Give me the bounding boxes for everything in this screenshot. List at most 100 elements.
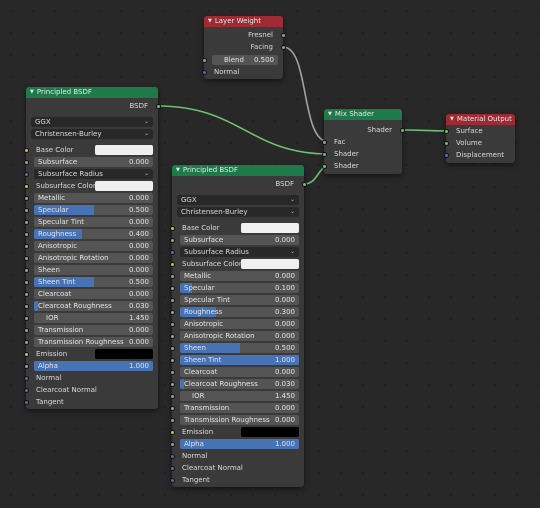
base-color-swatch[interactable] [95,145,153,155]
specular-tint-slider[interactable]: Specular Tint 0.000 [180,295,299,305]
transmission-roughness-socket[interactable] [169,417,175,423]
sheen-tint-slider[interactable]: Sheen Tint 1.000 [180,355,299,365]
specular-tint-socket[interactable] [169,297,175,303]
anisotropic-rotation-slider[interactable]: Anisotropic Rotation 0.000 [34,253,153,263]
fresnel-socket[interactable] [280,32,286,38]
specular-tint-slider[interactable]: Specular Tint 0.000 [34,217,153,227]
clearcoat-roughness-slider[interactable]: Clearcoat Roughness 0.030 [180,379,299,389]
subsurface-color-swatch[interactable] [241,259,299,269]
collapse-arrow-icon[interactable]: ▼ [176,165,180,176]
emission-socket[interactable] [23,351,29,357]
principled-header[interactable]: ▼ Principled BSDF [26,87,158,98]
subsurface-slider[interactable]: Subsurface 0.000 [180,235,299,245]
collapse-arrow-icon[interactable]: ▼ [30,87,34,98]
anisotropic-socket[interactable] [23,243,29,249]
emission-color-swatch[interactable] [241,427,299,437]
anisotropic-rotation-socket[interactable] [169,333,175,339]
displacement-socket[interactable] [443,152,449,158]
subsurface-radius-dropdown[interactable]: Subsurface Radius ⌄ [34,169,153,179]
transmission-roughness-socket[interactable] [23,339,29,345]
principled-bsdf-node-1[interactable]: ▼ Principled BSDF BSDF GGX ⌄ Christensen-… [23,87,161,409]
specular-slider[interactable]: Specular 0.500 [34,205,153,215]
facing-socket[interactable] [280,44,286,50]
clearcoat-roughness-socket[interactable] [169,381,175,387]
metallic-socket[interactable] [23,195,29,201]
shader-output-socket[interactable] [399,127,405,133]
ior-socket[interactable] [169,393,175,399]
shader-input-socket[interactable] [321,163,327,169]
volume-socket[interactable] [443,140,449,146]
alpha-socket[interactable] [169,441,175,447]
subsurface-method-dropdown[interactable]: Christensen-Burley ⌄ [177,207,299,217]
anisotropic-slider[interactable]: Anisotropic 0.000 [34,241,153,251]
collapse-arrow-icon[interactable]: ▼ [208,16,212,27]
subsurface-color-socket[interactable] [169,261,175,267]
subsurface-radius-socket[interactable] [169,249,175,255]
ior-slider[interactable]: IOR 1.450 [34,313,153,323]
clearcoat-slider[interactable]: Clearcoat 0.000 [180,367,299,377]
tangent-socket[interactable] [169,477,175,483]
alpha-socket[interactable] [23,363,29,369]
anisotropic-rotation-slider[interactable]: Anisotropic Rotation 0.000 [180,331,299,341]
transmission-roughness-slider[interactable]: Transmission Roughness 0.000 [180,415,299,425]
alpha-slider[interactable]: Alpha 1.000 [34,361,153,371]
roughness-slider[interactable]: Roughness 0.400 [34,229,153,239]
sheen-socket[interactable] [23,267,29,273]
surface-socket[interactable] [443,128,449,134]
blend-slider[interactable]: Blend 0.500 [212,55,278,65]
subsurface-socket[interactable] [169,237,175,243]
sheen-slider[interactable]: Sheen 0.000 [34,265,153,275]
normal-socket[interactable] [23,375,29,381]
collapse-arrow-icon[interactable]: ▼ [450,114,454,125]
subsurface-slider[interactable]: Subsurface 0.000 [34,157,153,167]
sheen-socket[interactable] [169,345,175,351]
roughness-slider[interactable]: Roughness 0.300 [180,307,299,317]
base-color-socket[interactable] [23,147,29,153]
material-output-node[interactable]: ▼ Material Output Surface Volume Displace… [443,114,515,163]
distribution-dropdown[interactable]: GGX ⌄ [31,117,153,127]
fac-socket[interactable] [321,139,327,145]
clearcoat-socket[interactable] [169,369,175,375]
sheen-tint-socket[interactable] [169,357,175,363]
specular-slider[interactable]: Specular 0.100 [180,283,299,293]
material-output-header[interactable]: ▼ Material Output [446,114,515,125]
clearcoat-slider[interactable]: Clearcoat 0.000 [34,289,153,299]
roughness-socket[interactable] [23,231,29,237]
distribution-dropdown[interactable]: GGX ⌄ [177,195,299,205]
emission-color-swatch[interactable] [95,349,153,359]
clearcoat-socket[interactable] [23,291,29,297]
blend-socket[interactable] [201,57,207,63]
specular-tint-socket[interactable] [23,219,29,225]
bsdf-output-socket[interactable] [301,181,307,187]
metallic-slider[interactable]: Metallic 0.000 [34,193,153,203]
transmission-slider[interactable]: Transmission 0.000 [180,403,299,413]
transmission-socket[interactable] [169,405,175,411]
sheen-tint-socket[interactable] [23,279,29,285]
alpha-slider[interactable]: Alpha 1.000 [180,439,299,449]
ior-slider[interactable]: IOR 1.450 [180,391,299,401]
principled-bsdf-node-2[interactable]: ▼ Principled BSDF BSDF GGX ⌄ Christensen-… [169,165,307,487]
node-editor-canvas[interactable]: ▼ Layer Weight Fresnel Facing Blend 0.500… [0,0,540,508]
collapse-arrow-icon[interactable]: ▼ [328,109,332,120]
transmission-roughness-slider[interactable]: Transmission Roughness 0.000 [34,337,153,347]
subsurface-socket[interactable] [23,159,29,165]
clearcoat-roughness-socket[interactable] [23,303,29,309]
clearcoat-normal-socket[interactable] [169,465,175,471]
transmission-socket[interactable] [23,327,29,333]
emission-socket[interactable] [169,429,175,435]
transmission-slider[interactable]: Transmission 0.000 [34,325,153,335]
subsurface-color-swatch[interactable] [95,181,153,191]
sheen-tint-slider[interactable]: Sheen Tint 0.500 [34,277,153,287]
tangent-socket[interactable] [23,399,29,405]
normal-socket[interactable] [201,69,207,75]
principled-header[interactable]: ▼ Principled BSDF [172,165,304,176]
clearcoat-roughness-slider[interactable]: Clearcoat Roughness 0.030 [34,301,153,311]
anisotropic-slider[interactable]: Anisotropic 0.000 [180,319,299,329]
specular-socket[interactable] [169,285,175,291]
bsdf-output-socket[interactable] [155,103,161,109]
mix-shader-header[interactable]: ▼ Mix Shader [324,109,402,120]
roughness-socket[interactable] [169,309,175,315]
subsurface-method-dropdown[interactable]: Christensen-Burley ⌄ [31,129,153,139]
base-color-socket[interactable] [169,225,175,231]
metallic-socket[interactable] [169,273,175,279]
